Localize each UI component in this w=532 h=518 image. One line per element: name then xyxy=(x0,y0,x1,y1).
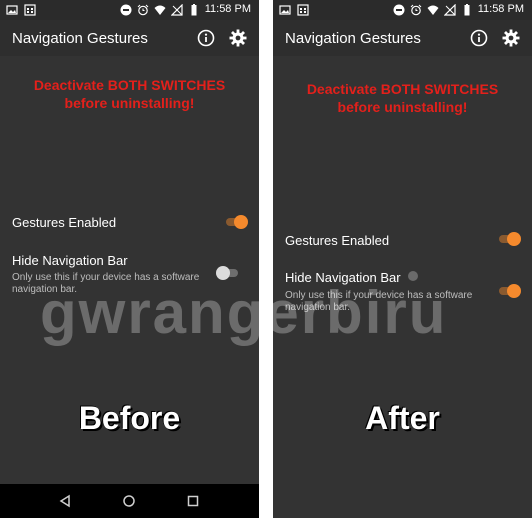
hide-nav-bar-label: Hide Navigation Bar xyxy=(12,253,128,268)
warning-line-2: before uninstalling! xyxy=(64,95,195,111)
image-icon xyxy=(6,5,18,15)
gestures-enabled-label: Gestures Enabled xyxy=(285,233,390,248)
image-divider xyxy=(259,0,273,518)
wifi-icon xyxy=(154,5,166,15)
warning-line-2: before uninstalling! xyxy=(337,99,468,115)
status-time: 11:58 PM xyxy=(477,3,524,15)
after-caption: After xyxy=(365,400,440,436)
no-signal-icon xyxy=(170,3,183,16)
status-time: 11:58 PM xyxy=(204,3,251,15)
gestures-enabled-switch[interactable] xyxy=(224,215,248,229)
hide-nav-bar-switch[interactable] xyxy=(497,284,521,298)
battery-icon xyxy=(464,3,470,15)
gestures-enabled-switch[interactable] xyxy=(497,232,521,246)
calendar-icon xyxy=(24,4,36,16)
home-circle-icon[interactable] xyxy=(122,494,136,508)
app-title: Navigation Gestures xyxy=(12,30,148,47)
watermark-text: gwrangerbiru xyxy=(40,279,448,346)
alarm-icon xyxy=(137,4,149,15)
app-title: Navigation Gestures xyxy=(285,30,421,47)
alarm-icon xyxy=(410,4,422,15)
uninstall-warning: Deactivate BOTH SWITCHES before uninstal… xyxy=(273,80,532,116)
image-icon xyxy=(279,5,291,15)
phone-after: 11:58 PM Navigation Gestures Deactivate … xyxy=(273,0,532,518)
gear-icon[interactable] xyxy=(229,29,247,47)
battery-icon xyxy=(191,3,197,15)
calendar-icon xyxy=(297,4,309,16)
recents-square-icon[interactable] xyxy=(186,494,200,508)
do-not-disturb-icon xyxy=(120,4,132,15)
info-icon[interactable] xyxy=(470,29,488,47)
gear-icon[interactable] xyxy=(502,29,520,47)
gestures-enabled-label: Gestures Enabled xyxy=(12,215,117,230)
warning-line-1: Deactivate BOTH SWITCHES xyxy=(33,77,226,93)
wifi-icon xyxy=(427,5,439,15)
uninstall-warning: Deactivate BOTH SWITCHES before uninstal… xyxy=(0,76,259,112)
phone-before: 11:58 PM Navigation Gestures Deactivate … xyxy=(0,0,259,518)
system-nav-bar xyxy=(0,484,259,518)
do-not-disturb-icon xyxy=(393,4,405,15)
switch-thumb xyxy=(234,215,248,229)
status-bar: 11:58 PM xyxy=(273,0,532,20)
no-signal-icon xyxy=(443,3,456,16)
before-caption: Before xyxy=(78,400,181,436)
app-toolbar: Navigation Gestures xyxy=(0,20,259,56)
status-bar: 11:58 PM xyxy=(0,0,259,20)
switch-thumb xyxy=(507,232,521,246)
switch-thumb xyxy=(507,284,521,298)
app-toolbar: Navigation Gestures xyxy=(273,20,532,56)
back-triangle-icon[interactable] xyxy=(58,494,72,508)
warning-line-1: Deactivate BOTH SWITCHES xyxy=(306,81,499,97)
info-icon[interactable] xyxy=(197,29,215,47)
